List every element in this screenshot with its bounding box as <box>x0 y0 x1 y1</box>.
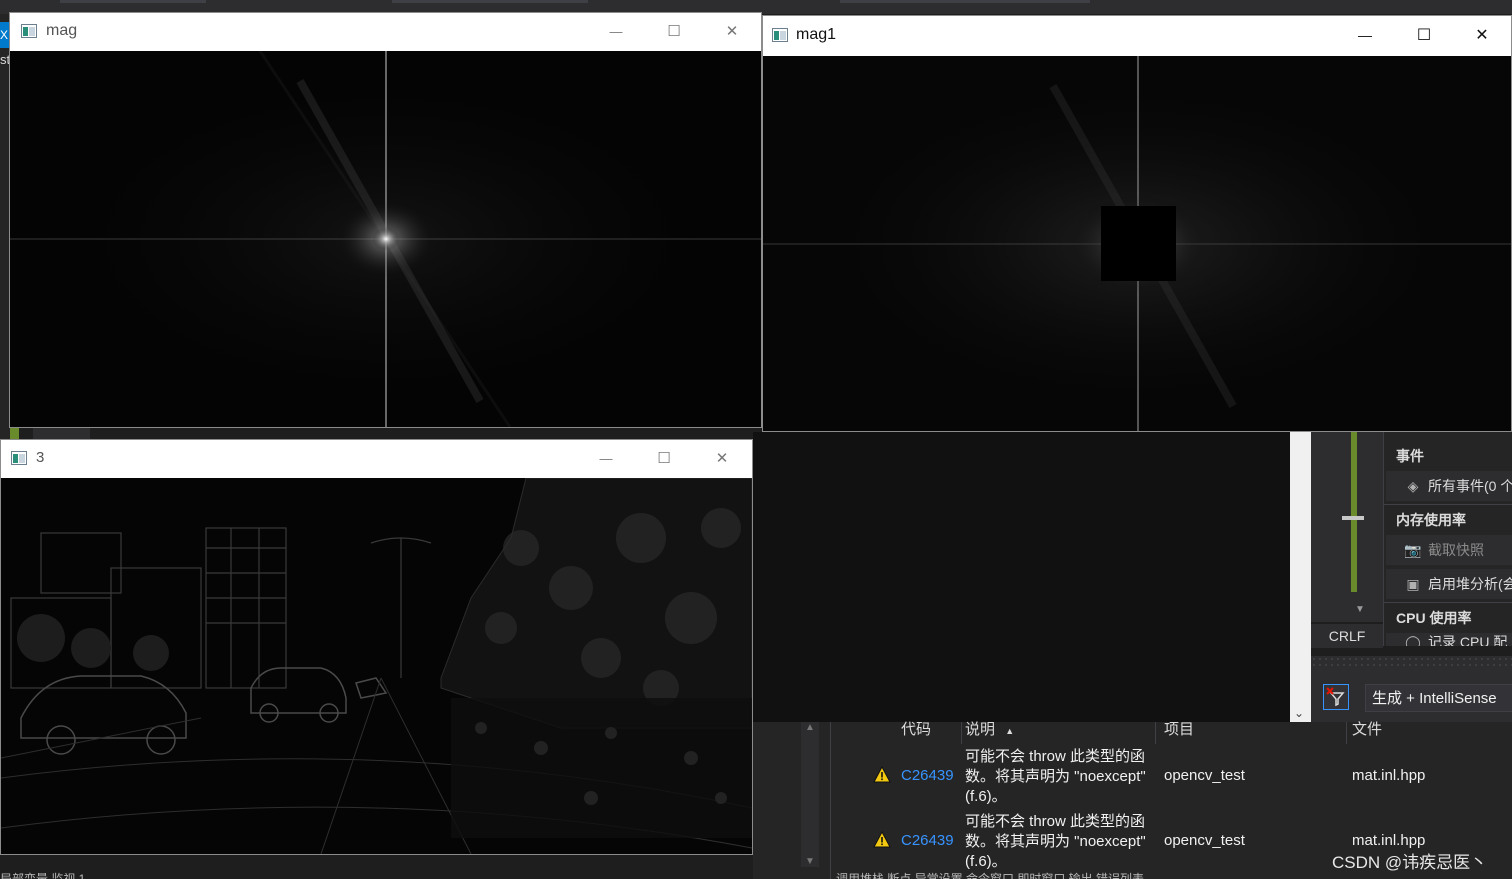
table-row[interactable]: C26439 可能不会 throw 此类型的函数。将其声明为 "noexcept… <box>831 744 1512 808</box>
diagnostic-tools-panel: 事件 ◈ 所有事件(0 个 内存使用率 📷 截取快照 ▣ 启用堆分析(会 CPU 使用… <box>1383 432 1512 646</box>
maximize-button[interactable]: ☐ <box>645 13 703 50</box>
window-title: 3 <box>36 449 45 466</box>
toolbar-segment <box>60 0 206 3</box>
warning-description: 可能不会 throw 此类型的函数。将其声明为 "noexcept" (f.6)… <box>965 748 1146 805</box>
window-title: mag1 <box>796 26 837 43</box>
events-icon: ◈ <box>1407 478 1419 494</box>
image-canvas[interactable] <box>10 51 761 427</box>
fourier-spectrum-image <box>10 51 761 427</box>
minimize-button[interactable]: — <box>577 440 635 477</box>
column-header-project[interactable]: 项目 <box>1160 722 1347 744</box>
col-file-label: 文件 <box>1352 721 1383 738</box>
record-icon: ◯ <box>1405 634 1421 646</box>
close-button[interactable]: ✕ <box>703 13 761 50</box>
panel-gripper <box>1311 656 1512 668</box>
camera-icon: 📷 <box>1404 542 1422 558</box>
ide-left-change-marker <box>10 427 19 439</box>
app-icon <box>772 28 788 42</box>
maximize-button[interactable]: ☐ <box>1395 16 1453 55</box>
memory-header: 内存使用率 <box>1396 512 1466 528</box>
warning-description: 可能不会 throw 此类型的函数。将其声明为 "noexcept" (f.6)… <box>965 813 1146 870</box>
warning-file: mat.inl.hpp <box>1352 832 1426 849</box>
all-events-item[interactable]: ◈ 所有事件(0 个 <box>1386 471 1512 501</box>
masked-spectrum-image <box>763 56 1511 431</box>
clear-filter-icon <box>1326 687 1345 707</box>
left-tab-glyph: X <box>0 28 9 42</box>
record-cpu-label: 记录 CPU 配 <box>1428 634 1508 646</box>
scroll-down-arrow-icon[interactable]: ▼ <box>1355 604 1365 615</box>
column-header-description[interactable]: 说明 ▲ <box>961 722 1156 744</box>
change-bar <box>1351 432 1357 592</box>
scroll-up-icon[interactable]: ▲ <box>805 722 815 733</box>
column-header-code[interactable]: 代码 <box>893 722 962 744</box>
error-list-left-scrollbar[interactable]: ▲ ▼ <box>801 722 819 867</box>
close-button[interactable]: ✕ <box>693 440 751 477</box>
editor-scrollbar[interactable]: ⌄ <box>1290 432 1311 722</box>
warning-project: opencv_test <box>1164 767 1245 784</box>
sort-ascending-icon: ▲ <box>1005 726 1015 736</box>
edge-street-scene-image <box>1 478 752 854</box>
warning-file: mat.inl.hpp <box>1352 767 1426 784</box>
image-canvas[interactable] <box>763 56 1511 431</box>
divider <box>1384 602 1512 603</box>
column-header-file[interactable]: 文件 <box>1348 722 1512 744</box>
warning-code-link[interactable]: C26439 <box>901 832 954 849</box>
titlebar[interactable]: mag1 — ☐ ✕ <box>763 16 1511 55</box>
col-project-label: 项目 <box>1164 721 1195 738</box>
watermark: CSDN @讳疾忌医丶 <box>1332 853 1488 872</box>
enable-heap-profiling-button[interactable]: ▣ 启用堆分析(会 <box>1386 569 1512 599</box>
window-mag1[interactable]: mag1 — ☐ ✕ <box>762 15 1512 432</box>
col-desc-label: 说明 <box>965 721 996 738</box>
cpu-header: CPU 使用率 <box>1396 610 1472 626</box>
toolbar-segment <box>392 0 588 3</box>
toolbar-segment <box>840 0 1090 3</box>
window-3[interactable]: 3 — ☐ ✕ <box>0 439 753 855</box>
error-list-toolbar: 生成 + IntelliSense <box>1311 656 1512 722</box>
scroll-down-icon[interactable]: ▼ <box>805 856 815 867</box>
warning-project: opencv_test <box>1164 832 1245 849</box>
col-code-label: 代码 <box>901 721 932 738</box>
minimize-button[interactable]: — <box>1336 16 1394 55</box>
app-icon <box>11 451 27 465</box>
scroll-thumb[interactable] <box>1342 516 1364 520</box>
app-icon <box>21 24 37 38</box>
editor-area[interactable] <box>753 432 1290 722</box>
scroll-down-icon[interactable]: ⌄ <box>1294 706 1304 720</box>
chip-icon: ▣ <box>1406 576 1420 592</box>
warning-icon <box>873 766 891 783</box>
all-events-label: 所有事件(0 个 <box>1428 478 1512 494</box>
window-mag[interactable]: mag — ☐ ✕ <box>9 12 762 428</box>
titlebar[interactable]: mag — ☐ ✕ <box>10 13 761 50</box>
error-scope-dropdown[interactable]: 生成 + IntelliSense <box>1365 684 1512 712</box>
events-header: 事件 <box>1396 448 1424 464</box>
bottom-left-tool-tabs[interactable]: 局部变量 监视 1 <box>0 872 120 879</box>
enable-heap-label: 启用堆分析(会 <box>1428 576 1512 592</box>
warning-icon <box>873 831 891 848</box>
minimize-button[interactable]: — <box>587 13 645 50</box>
overview-ruler[interactable]: ▼ <box>1311 432 1383 622</box>
close-button[interactable]: ✕ <box>1453 16 1511 55</box>
take-snapshot-button[interactable]: 📷 截取快照 <box>1386 535 1512 565</box>
record-cpu-button[interactable]: ◯ 记录 CPU 配 <box>1386 633 1512 646</box>
clear-filter-button[interactable] <box>1323 684 1349 710</box>
warning-code-link[interactable]: C26439 <box>901 767 954 784</box>
titlebar[interactable]: 3 — ☐ ✕ <box>1 440 752 477</box>
window-title: mag <box>46 22 78 39</box>
line-ending-indicator[interactable]: CRLF <box>1311 624 1383 648</box>
take-snapshot-label: 截取快照 <box>1428 542 1484 558</box>
maximize-button[interactable]: ☐ <box>635 440 693 477</box>
image-canvas[interactable] <box>1 478 752 854</box>
bottom-tool-tabs[interactable]: 调用堆栈 断点 异常设置 命令窗口 即时窗口 输出 错误列表 <box>836 872 1296 879</box>
divider <box>1384 504 1512 505</box>
